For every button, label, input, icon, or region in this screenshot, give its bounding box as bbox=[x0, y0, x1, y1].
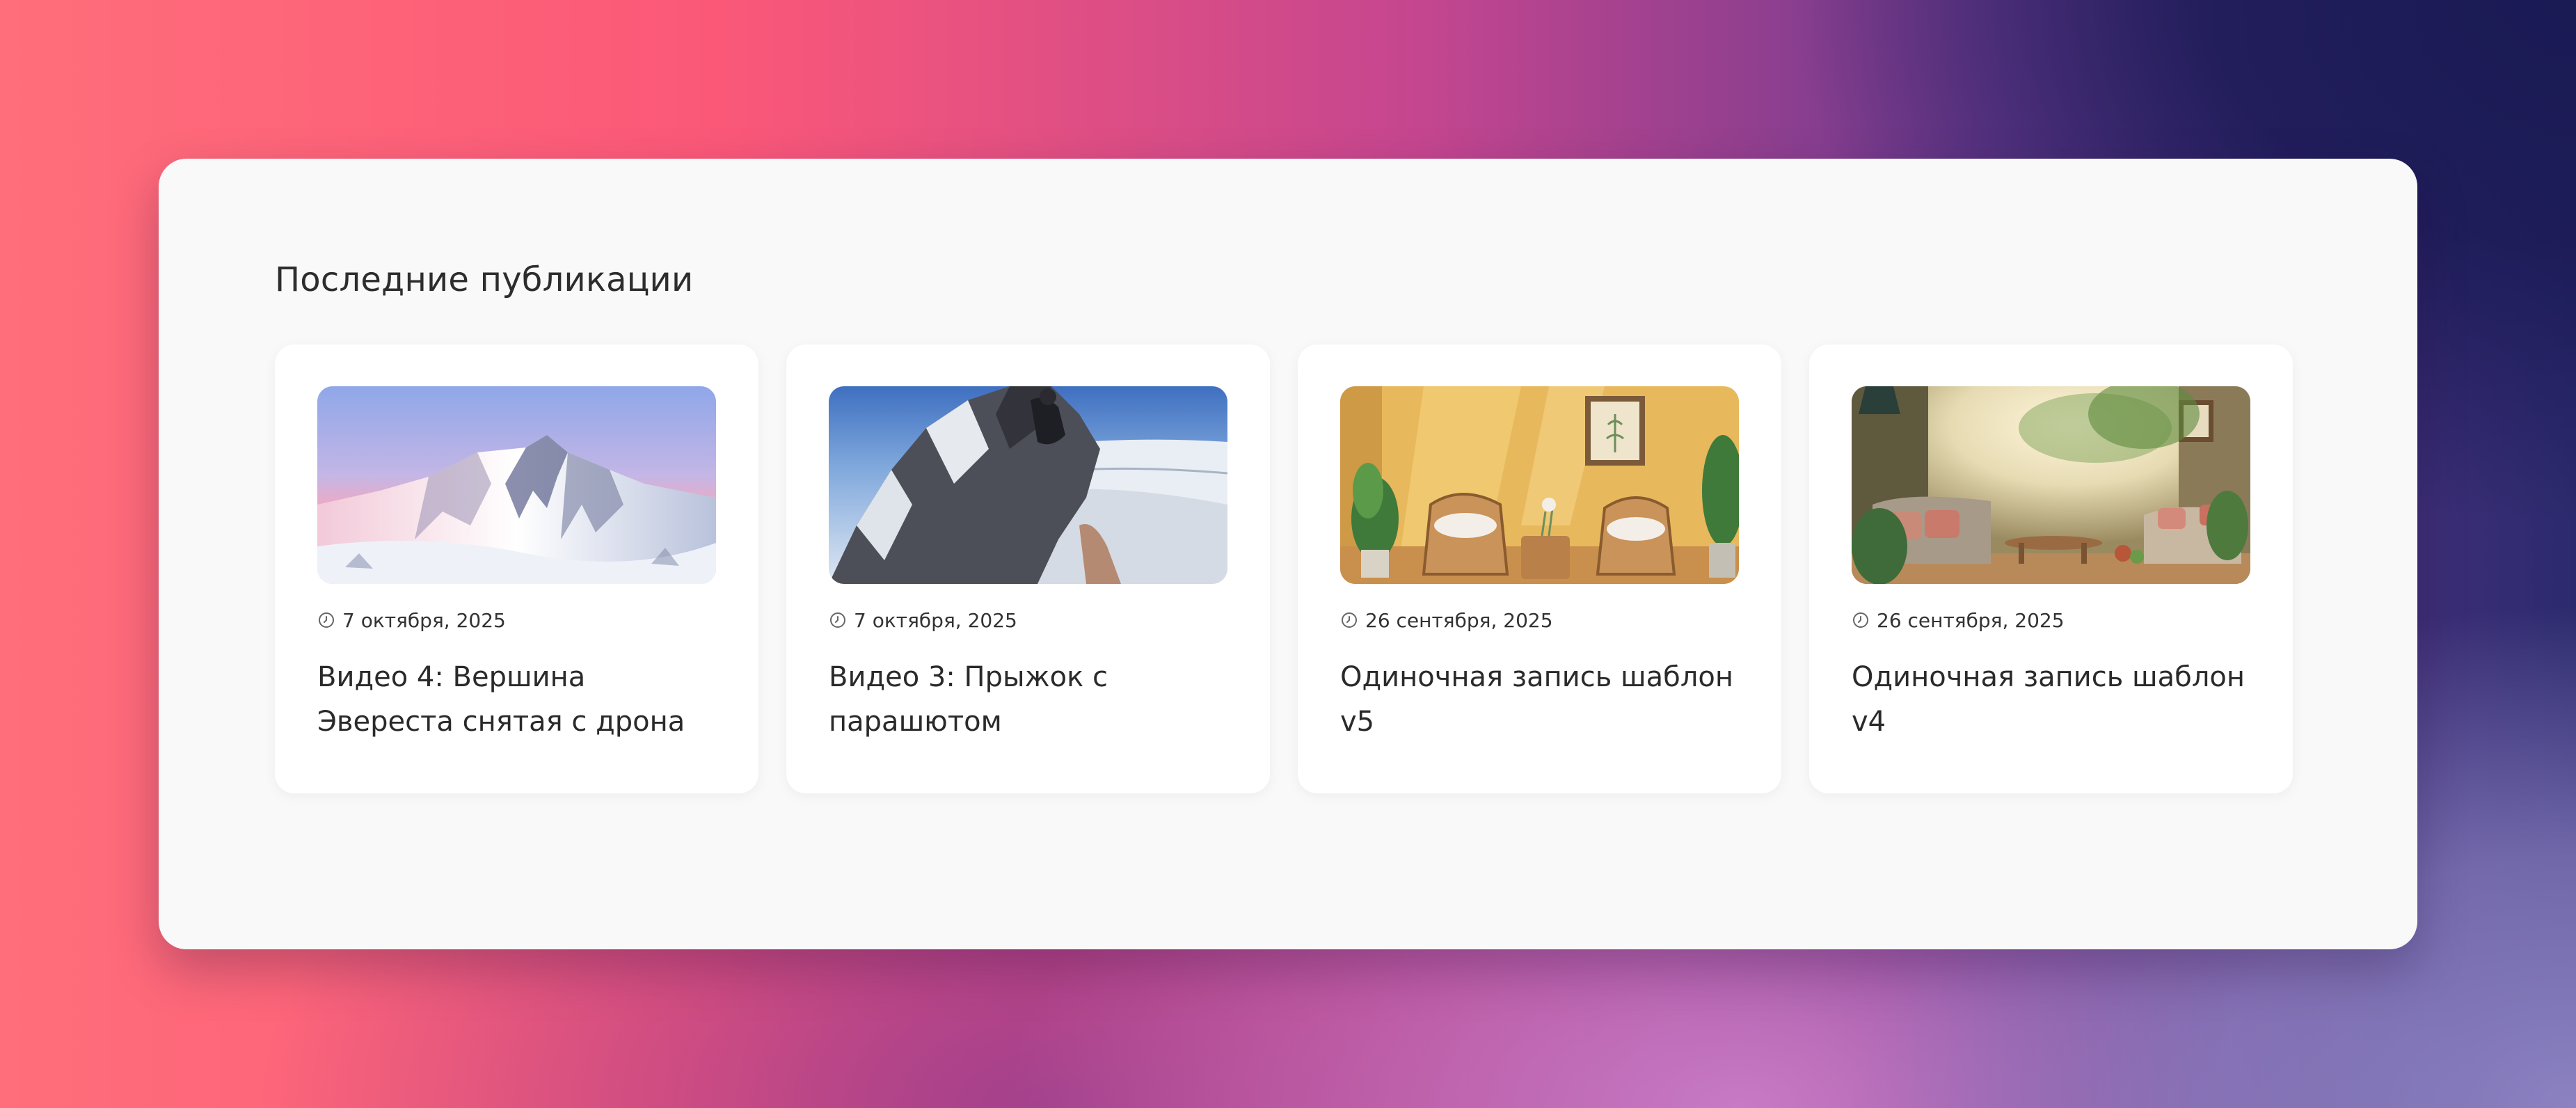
post-date: 7 октября, 2025 bbox=[829, 608, 1227, 632]
post-title[interactable]: Одиночная запись шаблон v4 bbox=[1852, 655, 2250, 744]
posts-grid: 7 октября, 2025 Видео 4: Вершина Эверест… bbox=[275, 345, 2293, 793]
post-date: 26 сентября, 2025 bbox=[1852, 608, 2250, 632]
post-card[interactable]: 7 октября, 2025 Видео 3: Прыжок с парашю… bbox=[786, 345, 1270, 793]
clock-icon bbox=[1852, 611, 1870, 629]
climber-on-ridge-image[interactable] bbox=[829, 386, 1227, 584]
post-title[interactable]: Видео 3: Прыжок с парашютом bbox=[829, 655, 1227, 744]
post-date-text: 7 октября, 2025 bbox=[854, 608, 1017, 632]
post-title[interactable]: Видео 4: Вершина Эвереста снятая с дрона bbox=[317, 655, 716, 744]
clock-icon bbox=[829, 611, 847, 629]
mountain-summit-image[interactable] bbox=[317, 386, 716, 584]
post-title[interactable]: Одиночная запись шаблон v5 bbox=[1340, 655, 1739, 744]
post-card[interactable]: 26 сентября, 2025 Одиночная запись шабло… bbox=[1809, 345, 2293, 793]
post-card[interactable]: 7 октября, 2025 Видео 4: Вершина Эверест… bbox=[275, 345, 758, 793]
clock-icon bbox=[317, 611, 335, 629]
post-date-text: 26 сентября, 2025 bbox=[1877, 608, 2065, 632]
post-card[interactable]: 26 сентября, 2025 Одиночная запись шабло… bbox=[1298, 345, 1781, 793]
clock-icon bbox=[1340, 611, 1358, 629]
latest-posts-panel: Последние публикации 7 октября, 2025 Вид… bbox=[159, 159, 2417, 949]
post-date: 7 октября, 2025 bbox=[317, 608, 716, 632]
section-title: Последние публикации bbox=[275, 260, 694, 299]
yellow-room-chairs-image[interactable] bbox=[1340, 386, 1739, 584]
post-date-text: 7 октября, 2025 bbox=[342, 608, 506, 632]
post-date: 26 сентября, 2025 bbox=[1340, 608, 1739, 632]
sunlit-living-room-image[interactable] bbox=[1852, 386, 2250, 584]
post-date-text: 26 сентября, 2025 bbox=[1365, 608, 1553, 632]
